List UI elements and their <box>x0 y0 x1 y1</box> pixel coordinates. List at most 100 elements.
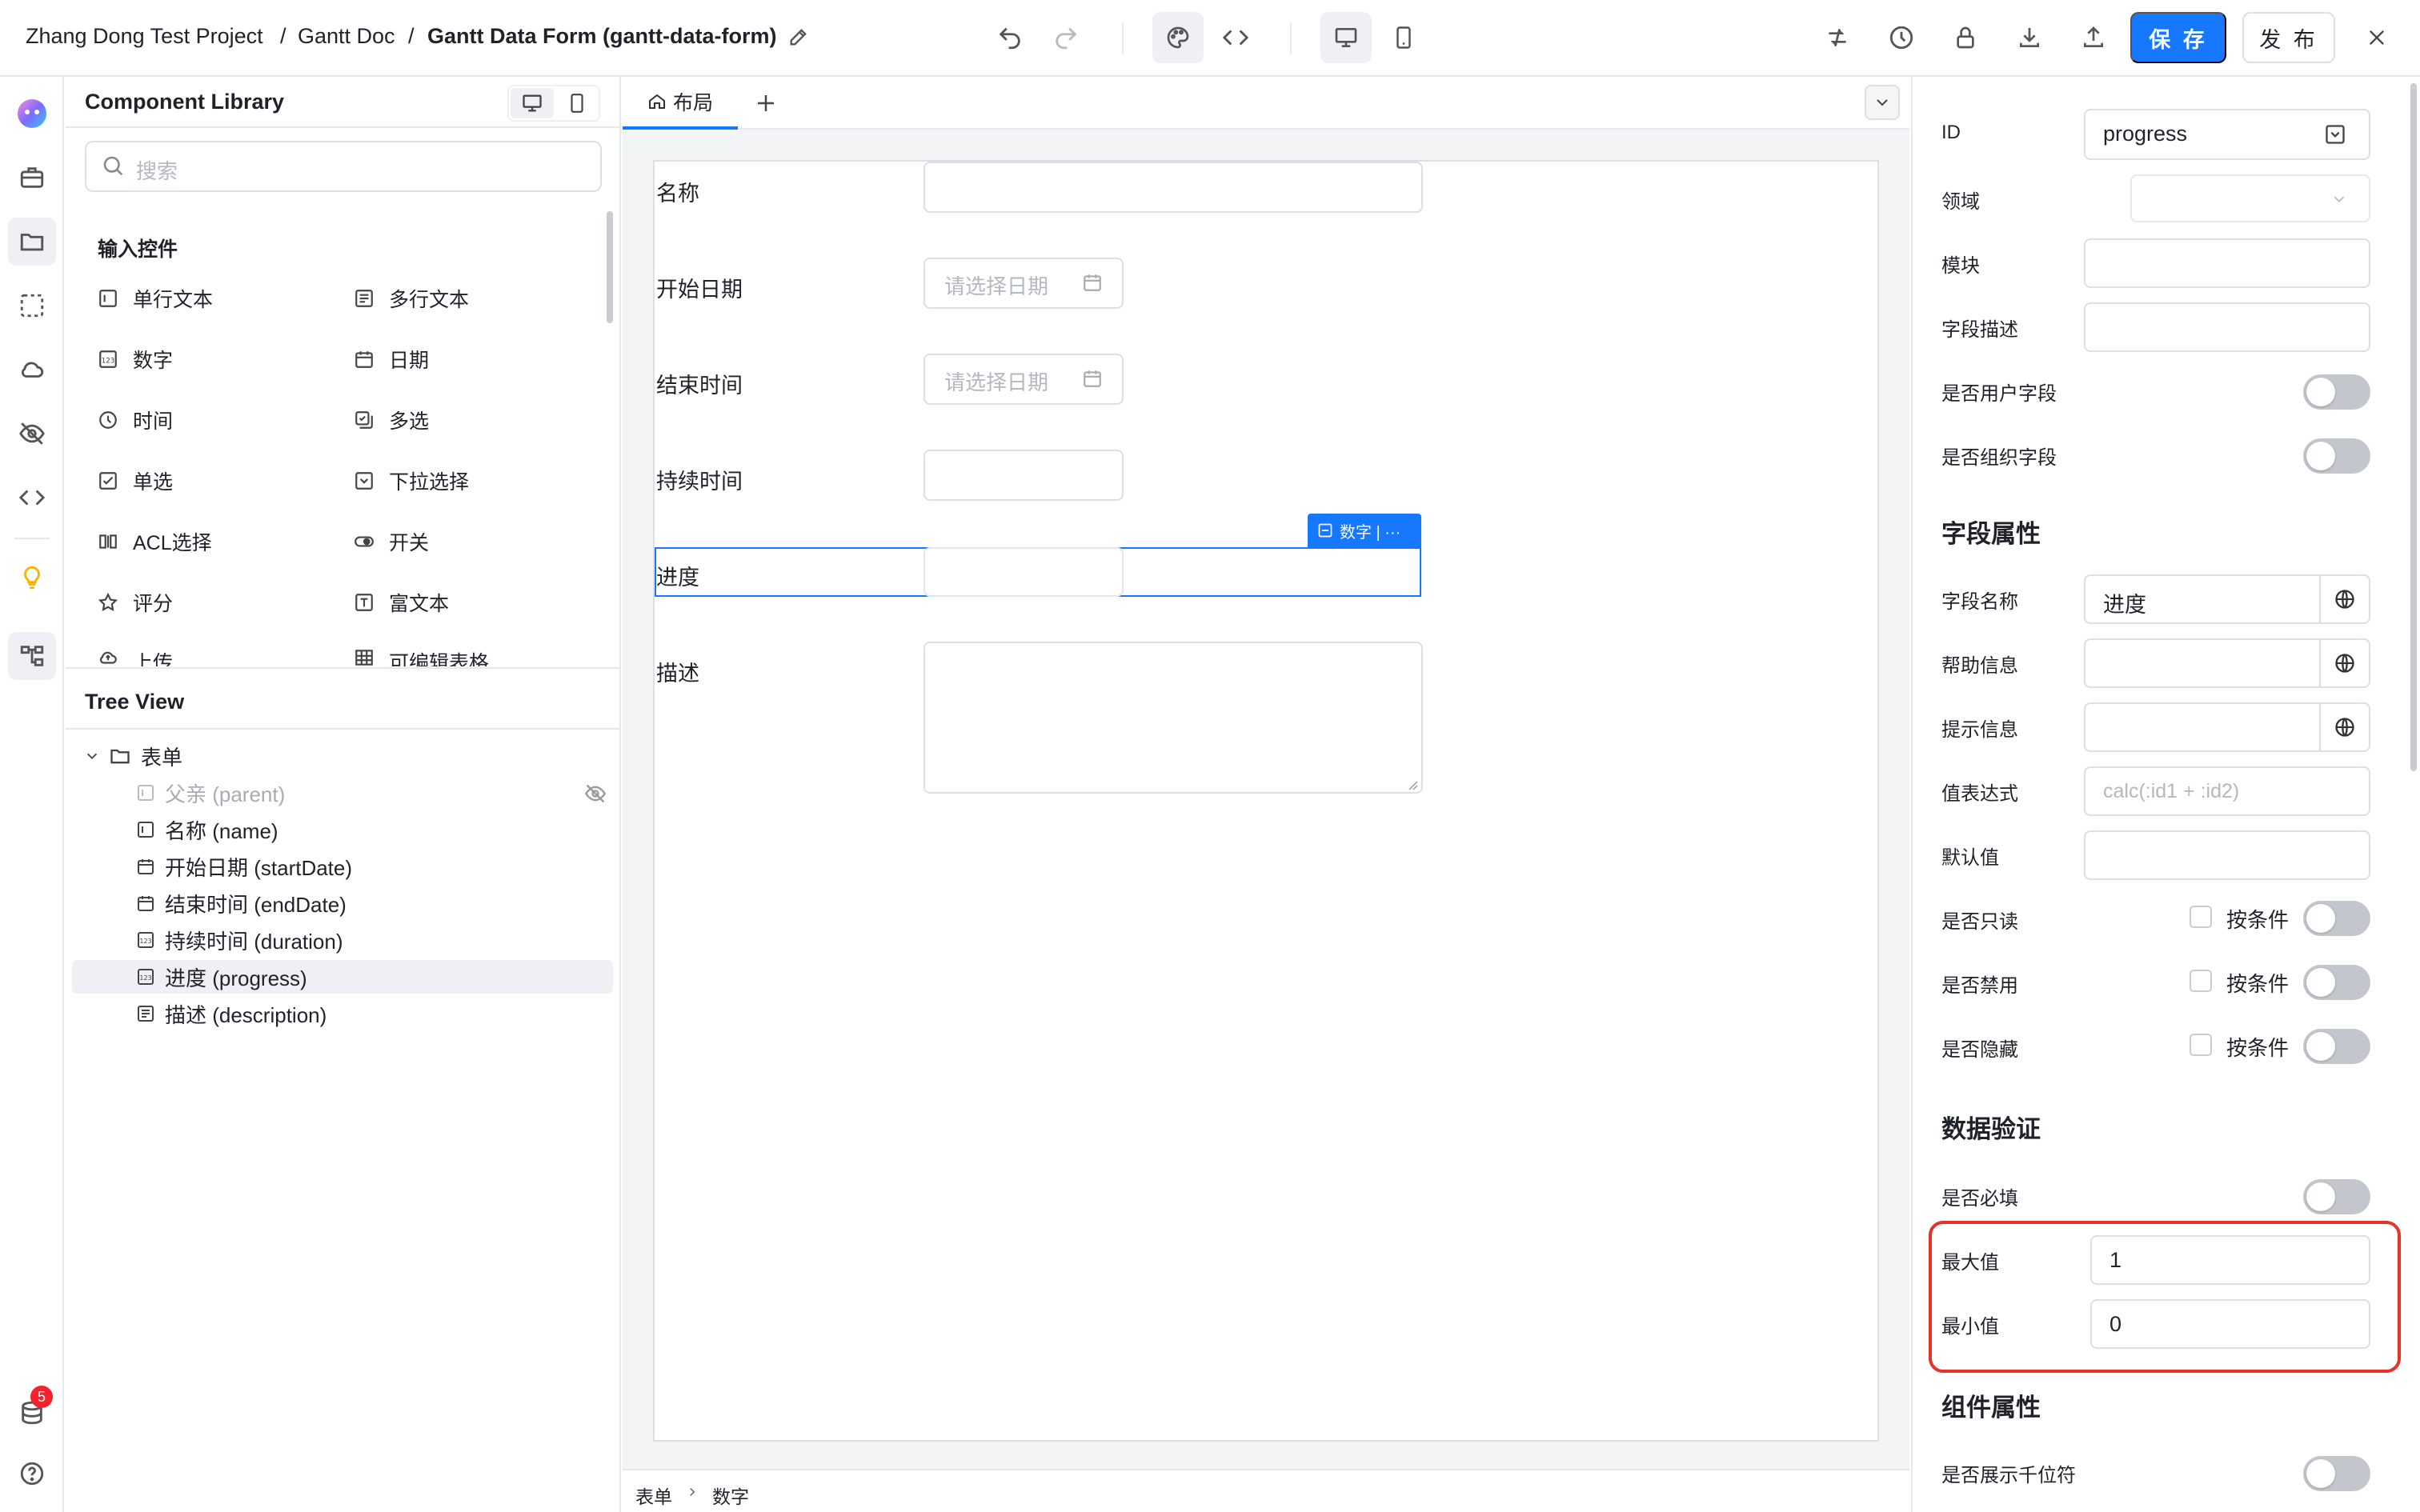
tree-root[interactable]: 表单 <box>72 739 613 773</box>
required-toggle[interactable] <box>2303 1179 2370 1214</box>
upload-icon[interactable] <box>2068 12 2119 63</box>
folder-icon[interactable] <box>8 218 56 266</box>
breadcrumb-form[interactable]: 表单 <box>635 1482 672 1509</box>
user-field-toggle[interactable] <box>2303 374 2370 410</box>
lib-item-upload[interactable]: 上传 <box>98 647 173 666</box>
module-input[interactable] <box>2084 238 2370 288</box>
lib-item-time[interactable]: 时间 <box>98 404 173 436</box>
compare-icon[interactable] <box>1812 12 1863 63</box>
redo-icon[interactable] <box>1040 12 1092 63</box>
lib-item-acl[interactable]: ACL选择 <box>98 526 212 558</box>
lib-item-editable-table[interactable]: 可编辑表格 <box>354 647 489 666</box>
readonly-toggle[interactable] <box>2303 901 2370 936</box>
desktop-icon[interactable] <box>511 88 554 118</box>
cloud-icon[interactable] <box>8 346 56 394</box>
globe-icon[interactable] <box>2319 704 2369 750</box>
lib-item-multi-line[interactable]: 多行文本 <box>354 282 469 314</box>
field-name-input[interactable]: 进度 <box>2084 574 2370 624</box>
bulb-icon[interactable] <box>8 554 56 602</box>
start-date-picker[interactable]: 请选择日期 <box>924 258 1124 309</box>
lib-item-multi-select[interactable]: 多选 <box>354 404 429 436</box>
lib-item-dropdown[interactable]: 下拉选择 <box>354 465 469 497</box>
tree-node-description[interactable]: 描述 (description) <box>72 997 613 1030</box>
eye-off-icon[interactable] <box>584 782 607 805</box>
field-label-start-date: 开始日期 <box>656 278 743 302</box>
tree-node-name[interactable]: 名称 (name) <box>72 813 613 846</box>
history-icon[interactable] <box>1876 12 1927 63</box>
readonly-conditional-checkbox[interactable] <box>2190 906 2212 928</box>
tree-node-parent[interactable]: 父亲 (parent) <box>72 776 613 810</box>
selection-tag[interactable]: 数字 | ··· <box>1308 514 1421 547</box>
tree-icon[interactable] <box>8 632 56 680</box>
chevron-down-icon[interactable] <box>83 747 101 765</box>
duration-input[interactable] <box>924 450 1124 501</box>
lock-icon[interactable] <box>1940 12 1991 63</box>
add-tab-icon[interactable] <box>754 91 778 115</box>
progress-input[interactable] <box>924 547 1124 597</box>
help-input[interactable] <box>2084 638 2370 688</box>
domain-select[interactable] <box>2130 174 2370 222</box>
globe-icon[interactable] <box>2319 640 2369 686</box>
code-icon[interactable] <box>8 474 56 522</box>
mobile-icon[interactable] <box>555 88 599 118</box>
lib-item-single-line[interactable]: 单行文本 <box>98 282 213 314</box>
lib-item-radio[interactable]: 单选 <box>98 465 173 497</box>
code-icon[interactable] <box>1210 12 1261 63</box>
chevron-down-icon[interactable] <box>1865 85 1900 120</box>
lib-item-rating[interactable]: 评分 <box>98 586 173 618</box>
edit-icon[interactable] <box>787 26 810 48</box>
hint-input[interactable] <box>2084 702 2370 752</box>
lib-item-label: 时间 <box>133 410 174 433</box>
breadcrumb-project[interactable]: Zhang Dong Test Project <box>26 24 263 49</box>
org-field-toggle[interactable] <box>2303 438 2370 474</box>
multi-select-icon <box>354 410 389 430</box>
tab-layout[interactable]: 布局 <box>623 77 738 130</box>
lib-item-switch[interactable]: 开关 <box>354 526 429 558</box>
default-input[interactable] <box>2084 830 2370 880</box>
disabled-conditional-checkbox[interactable] <box>2190 970 2212 992</box>
end-date-picker[interactable]: 请选择日期 <box>924 354 1124 405</box>
id-select[interactable]: progress <box>2084 109 2370 160</box>
tree-node-start-date[interactable]: 开始日期 (startDate) <box>72 850 613 883</box>
lib-item-label: 单行文本 <box>133 289 214 311</box>
breadcrumb-number[interactable]: 数字 <box>712 1482 749 1509</box>
lib-item-rich-text[interactable]: 富文本 <box>354 586 449 618</box>
desktop-icon[interactable] <box>1320 12 1372 63</box>
save-button[interactable]: 保 存 <box>2130 12 2226 63</box>
name-input[interactable] <box>924 162 1423 213</box>
download-icon[interactable] <box>2004 12 2055 63</box>
tree-node-progress[interactable]: 123 进度 (progress) <box>72 960 613 994</box>
required-label: 是否必填 <box>1941 1188 2018 1210</box>
upload-icon <box>98 647 133 666</box>
hidden-conditional-checkbox[interactable] <box>2190 1034 2212 1056</box>
breadcrumb-doc[interactable]: Gantt Doc <box>298 24 395 49</box>
logo-icon[interactable] <box>8 90 56 138</box>
help-icon[interactable] <box>8 1450 56 1498</box>
search-input[interactable]: 搜索 <box>85 141 602 192</box>
min-input[interactable]: 0 <box>2090 1299 2370 1349</box>
lib-item-number[interactable]: 123 数字 <box>98 343 173 375</box>
eye-off-icon[interactable] <box>8 410 56 458</box>
description-textarea[interactable] <box>924 642 1423 794</box>
globe-icon[interactable] <box>2319 576 2369 622</box>
tree-node-duration[interactable]: 123 持续时间 (duration) <box>72 923 613 957</box>
briefcase-icon[interactable] <box>8 154 56 202</box>
thousands-toggle[interactable] <box>2303 1456 2370 1491</box>
hidden-toggle[interactable] <box>2303 1029 2370 1064</box>
scrollbar[interactable] <box>2410 83 2417 771</box>
close-icon[interactable] <box>2351 12 2402 63</box>
mobile-icon[interactable] <box>1378 12 1429 63</box>
publish-button[interactable]: 发 布 <box>2242 12 2335 63</box>
max-input[interactable]: 1 <box>2090 1235 2370 1285</box>
palette-icon[interactable] <box>1152 12 1204 63</box>
scrollbar[interactable] <box>607 211 613 323</box>
undo-icon[interactable] <box>984 12 1036 63</box>
disabled-toggle[interactable] <box>2303 965 2370 1000</box>
dropdown-icon[interactable] <box>2324 123 2346 146</box>
resize-handle-icon[interactable] <box>1407 779 1418 790</box>
tree-node-end-date[interactable]: 结束时间 (endDate) <box>72 886 613 920</box>
field-desc-input[interactable] <box>2084 302 2370 352</box>
value-expr-input[interactable]: calc(:id1 + :id2) <box>2084 766 2370 816</box>
lib-item-date[interactable]: 日期 <box>354 343 429 375</box>
dashed-select-icon[interactable] <box>8 282 56 330</box>
